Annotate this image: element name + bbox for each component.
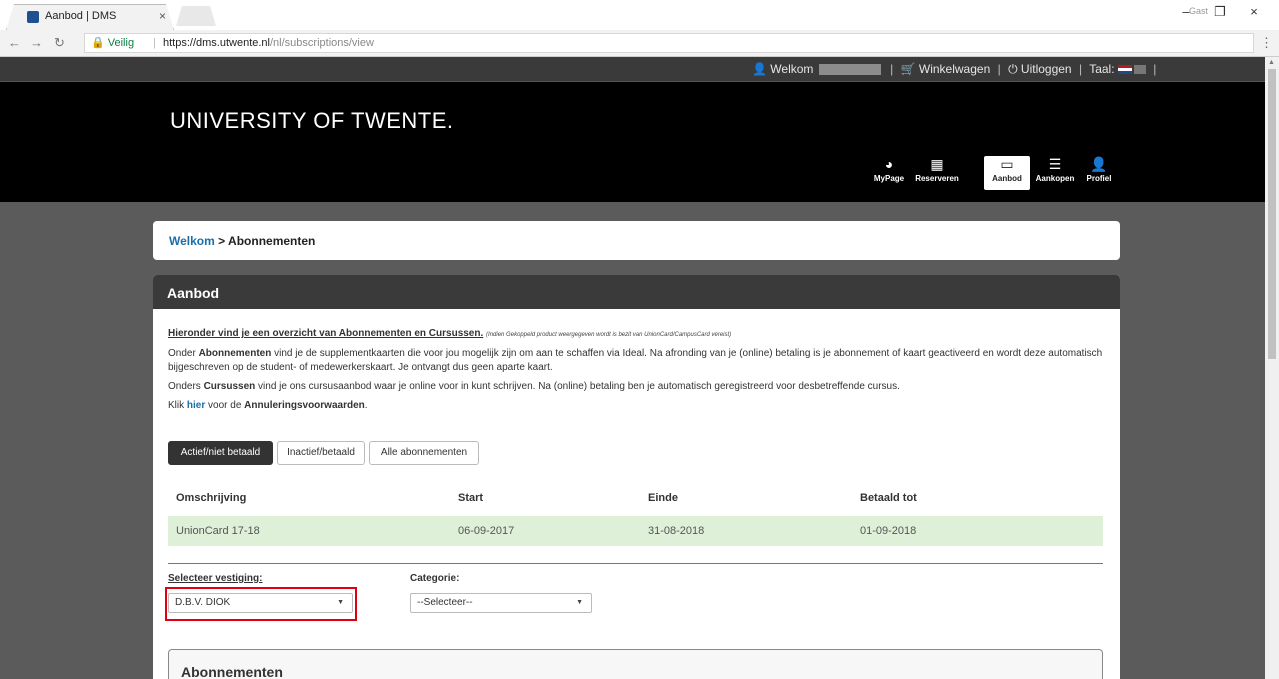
para1-bold: Abonnementen (198, 348, 272, 359)
para3-bold: Annuleringsvoorwaarden (244, 400, 365, 411)
url-host: https://dms.utwente.nl (163, 37, 270, 49)
browser-menu-icon[interactable]: ⋮ (1260, 35, 1273, 51)
secure-indicator[interactable]: 🔒 Veilig (91, 34, 134, 52)
list-icon: ☰ (1048, 156, 1062, 172)
url-separator: | (153, 37, 156, 49)
categorie-value: --Selecteer-- (417, 597, 473, 608)
site-header: UNIVERSITY OF TWENTE. ◕ MyPage ▦ Reserve… (0, 82, 1265, 202)
favicon-icon (27, 11, 39, 23)
window-controls: – ❐ × (1169, 4, 1271, 20)
intro-heading: Hieronder vind je een overzicht van Abon… (168, 328, 484, 339)
browser-tab[interactable]: Aanbod | DMS × (6, 4, 174, 30)
cell-einde: 31-08-2018 (648, 525, 705, 537)
section-divider (168, 563, 1103, 564)
cart-icon[interactable]: 🛒 (901, 62, 916, 76)
col-omschrijving: Omschrijving (176, 492, 247, 504)
intro-text: Hieronder vind je een overzicht van Abon… (168, 327, 1108, 418)
categorie-select[interactable]: --Selecteer-- ▼ (410, 593, 592, 613)
new-tab-button[interactable] (176, 6, 216, 26)
nav-mypage[interactable]: ◕ MyPage (866, 156, 912, 190)
highlight-box (165, 587, 357, 621)
para1-pre: Onder (168, 348, 199, 359)
power-icon[interactable]: ⏻ (1008, 62, 1018, 76)
forward-arrow-icon[interactable]: → (30, 35, 43, 50)
secure-label: Veilig (107, 37, 135, 49)
card-icon: ▭ (1000, 156, 1014, 172)
para2-post: vind je ons cursusaanbod waar je online … (255, 381, 900, 392)
breadcrumb-separator: > (214, 234, 229, 248)
browser-tab-strip: Aanbod | DMS × Gast – ❐ × (0, 0, 1279, 30)
calendar-icon: ▦ (930, 156, 944, 172)
intro-note: (Indien Gekoppeld product weergegeven wo… (486, 332, 732, 338)
vestiging-label: Selecteer vestiging: (168, 573, 263, 584)
para2-bold: Cursussen (203, 381, 256, 392)
nav-aankopen-label: Aankopen (1035, 174, 1075, 183)
redacted-username (818, 64, 881, 76)
chevron-down-icon: ▼ (576, 599, 583, 606)
para3-pre: Klik (168, 400, 187, 411)
tab-close-icon[interactable]: × (159, 9, 166, 23)
cancellation-link[interactable]: hier (187, 400, 205, 411)
filter-inactive-paid[interactable]: Inactief/betaald (277, 441, 365, 465)
breadcrumb-current: Abonnementen (228, 234, 316, 248)
panel-header: Aanbod (153, 275, 1120, 309)
close-window-button[interactable]: × (1237, 4, 1271, 19)
user-icon: 👤 (1090, 156, 1108, 172)
nav-mypage-label: MyPage (873, 174, 905, 183)
language-label: Taal: (1089, 62, 1115, 76)
col-einde: Einde (648, 492, 678, 504)
cell-omschrijving: UnionCard 17-18 (176, 525, 260, 537)
logout-link[interactable]: Uitloggen (1021, 62, 1072, 76)
nav-reserveren[interactable]: ▦ Reserveren (914, 156, 960, 190)
maximize-button[interactable]: ❐ (1203, 4, 1237, 20)
university-logo[interactable]: UNIVERSITY OF TWENTE. (170, 108, 454, 134)
filter-active-unpaid[interactable]: Actief/niet betaald (168, 441, 273, 465)
back-arrow-icon[interactable]: ← (8, 35, 21, 50)
categorie-label: Categorie: (410, 573, 460, 584)
col-betaald-tot: Betaald tot (860, 492, 917, 504)
url-path: /nl/subscriptions/view (270, 37, 374, 49)
url-text: https://dms.utwente.nl/nl/subscriptions/… (163, 34, 374, 52)
cell-betaald-tot: 01-09-2018 (860, 525, 917, 537)
abonnementen-title: Abonnementen (181, 664, 283, 679)
cart-link[interactable]: Winkelwagen (919, 62, 990, 76)
nav-reserveren-label: Reserveren (915, 174, 959, 183)
user-icon: 👤 (752, 62, 767, 76)
filter-all-subscriptions[interactable]: Alle abonnementen (369, 441, 479, 465)
tab-title: Aanbod | DMS (45, 10, 117, 22)
para3-end: . (364, 400, 368, 411)
para1-post: vind je de supplementkaarten die voor jo… (168, 348, 1103, 373)
nav-profiel[interactable]: 👤 Profiel (1076, 156, 1122, 190)
abonnementen-panel: Abonnementen (168, 649, 1103, 679)
nav-aanbod[interactable]: ▭ Aanbod (984, 156, 1030, 190)
breadcrumb: Welkom > Abonnementen (153, 221, 1120, 260)
table-row: UnionCard 17-18 06-09-2017 31-08-2018 01… (168, 516, 1103, 546)
nav-profiel-label: Profiel (1086, 174, 1112, 183)
scrollbar-thumb[interactable] (1268, 69, 1276, 359)
top-utility-bar: 👤 Welkom | 🛒 Winkelwagen | ⏻ Uitloggen |… (0, 57, 1265, 82)
page-viewport: 👤 Welkom | 🛒 Winkelwagen | ⏻ Uitloggen |… (0, 57, 1265, 679)
cell-start: 06-09-2017 (458, 525, 515, 537)
para2-pre: Onders (168, 381, 204, 392)
aanbod-panel: Aanbod Hieronder vind je een overzicht v… (153, 275, 1120, 679)
address-bar-row: ← → ↻ 🔒 Veilig | https://dms.utwente.nl/… (0, 30, 1279, 57)
reload-icon[interactable]: ↻ (54, 35, 65, 51)
page-scrollbar[interactable]: ▲ (1265, 57, 1279, 679)
url-input[interactable]: 🔒 Veilig | https://dms.utwente.nl/nl/sub… (84, 33, 1254, 53)
english-flag-icon[interactable] (1133, 65, 1146, 75)
dashboard-icon: ◕ (884, 156, 894, 172)
nav-aanbod-label: Aanbod (992, 174, 1022, 183)
para3-mid: voor de (205, 400, 245, 411)
col-start: Start (458, 492, 484, 504)
panel-title: Aanbod (167, 285, 220, 301)
nav-aankopen[interactable]: ☰ Aankopen (1032, 156, 1078, 190)
breadcrumb-home-link[interactable]: Welkom (169, 234, 215, 248)
welcome-label: Welkom (770, 62, 814, 76)
minimize-button[interactable]: – (1169, 4, 1203, 19)
dutch-flag-icon[interactable] (1117, 65, 1132, 75)
scroll-up-icon[interactable]: ▲ (1268, 59, 1275, 66)
